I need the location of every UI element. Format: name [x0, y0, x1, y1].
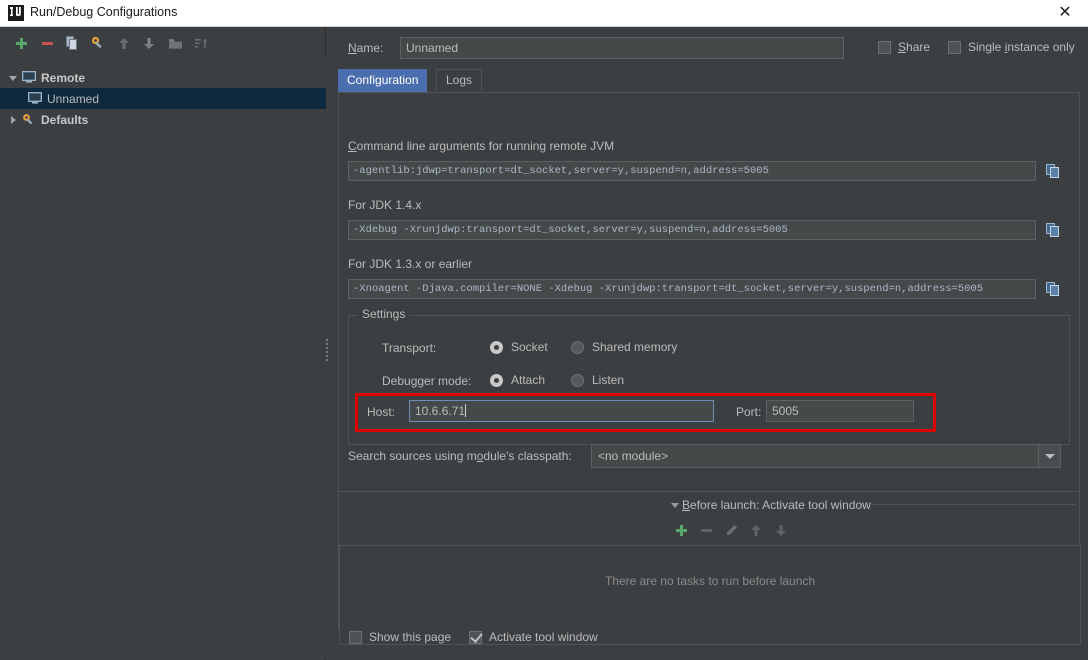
transport-socket-radio[interactable] [490, 341, 503, 354]
debugger-mode-listen-label: Listen [592, 373, 625, 387]
minus-icon [695, 519, 717, 541]
chevron-down-icon[interactable] [1038, 444, 1061, 468]
jdk13-heading: For JDK 1.3.x or earlier [348, 257, 473, 271]
plus-icon[interactable] [11, 33, 31, 53]
tab-logs[interactable]: Logs [436, 69, 483, 91]
copy-icon[interactable] [62, 33, 82, 53]
arrow-down-icon [770, 519, 792, 541]
configurations-toolbar [0, 27, 326, 57]
before-launch-caption: Before launch: Activate tool window [682, 498, 871, 512]
pencil-icon [720, 519, 742, 541]
show-this-page-checkbox[interactable] [349, 631, 362, 644]
arrow-down-icon[interactable] [139, 33, 159, 53]
tree-item-label: Remote [41, 70, 86, 85]
configuration-editor-panel: Name: Unnamed Share Single instance only… [330, 27, 1088, 660]
wrench-icon [20, 112, 38, 128]
activate-tool-window-label: Activate tool window [489, 630, 598, 644]
transport-shared-memory-label: Shared memory [592, 340, 678, 354]
annotation-highlight-box [355, 393, 936, 432]
debugger-mode-listen-radio[interactable] [571, 374, 584, 387]
remote-config-icon [20, 70, 38, 86]
arrow-up-icon [745, 519, 767, 541]
close-icon[interactable]: ✕ [1042, 0, 1088, 26]
sort-icon[interactable] [191, 33, 211, 53]
classpath-label: Search sources using module's classpath: [348, 449, 572, 463]
section-divider [339, 491, 1079, 492]
remote-config-icon [26, 91, 44, 107]
empty-task-message: There are no tasks to run before launch [604, 574, 816, 588]
name-input[interactable]: Unnamed [400, 37, 844, 59]
copy-to-clipboard-icon[interactable] [1042, 278, 1064, 300]
transport-label: Transport: [382, 341, 437, 355]
cmdline-heading: CCommand line arguments for running remo… [348, 139, 615, 153]
tab-configuration[interactable]: Configuration [338, 69, 428, 92]
tree-item-label: Defaults [41, 112, 89, 127]
plus-icon[interactable] [670, 519, 692, 541]
chevron-right-icon[interactable] [6, 109, 20, 130]
jdk13-field[interactable]: -Xnoagent -Djava.compiler=NONE -Xdebug -… [348, 279, 1036, 299]
dialog-body: Remote Unnamed Defaults Name: Unnamed Sh… [0, 27, 1088, 660]
chevron-down-icon[interactable] [671, 503, 679, 508]
settings-caption: Settings [358, 307, 410, 321]
jdk14-field[interactable]: -Xdebug -Xrunjdwp:transport=dt_socket,se… [348, 220, 1036, 240]
before-launch-toolbar [670, 519, 870, 541]
transport-shared-memory-radio[interactable] [571, 341, 584, 354]
folder-icon[interactable] [165, 33, 185, 53]
single-instance-only-label: Single instance only [968, 40, 1075, 54]
classpath-combobox[interactable]: <no module> [591, 444, 1061, 468]
before-launch-options-row: Show this page Activate tool window [339, 628, 839, 648]
tree-item-unnamed[interactable]: Unnamed [0, 88, 326, 109]
debugger-mode-label: Debugger mode: [382, 374, 472, 388]
splitter-grip-icon[interactable] [325, 337, 329, 365]
minus-icon[interactable] [37, 33, 57, 53]
tree-item-remote[interactable]: Remote [6, 67, 321, 88]
cmdline-field[interactable]: -agentlib:jdwp=transport=dt_socket,serve… [348, 161, 1036, 181]
intellij-idea-icon [8, 5, 24, 21]
copy-to-clipboard-icon[interactable] [1042, 160, 1064, 182]
share-checkbox[interactable] [878, 41, 891, 54]
activate-tool-window-checkbox[interactable] [469, 631, 482, 644]
transport-socket-label: Socket [511, 340, 548, 354]
debugger-mode-attach-radio[interactable] [490, 374, 503, 387]
name-label: Name: [348, 41, 384, 55]
jdk14-heading: For JDK 1.4.x [348, 198, 422, 212]
tree-item-defaults[interactable]: Defaults [6, 109, 321, 130]
copy-to-clipboard-icon[interactable] [1042, 219, 1064, 241]
editor-tabs: Configuration Logs [338, 69, 1088, 92]
debugger-mode-attach-label: Attach [511, 373, 546, 387]
classpath-value[interactable]: <no module> [591, 444, 1039, 468]
configurations-panel: Remote Unnamed Defaults [0, 27, 326, 660]
name-row: Name: Unnamed Share Single instance only [338, 37, 1088, 61]
tree-item-label: Unnamed [47, 91, 100, 106]
window-title: Run/Debug Configurations [30, 5, 178, 19]
window-title-bar: Run/Debug Configurations ✕ [0, 0, 1088, 27]
show-this-page-label: Show this page [369, 630, 452, 644]
arrow-up-icon[interactable] [114, 33, 134, 53]
single-instance-only-checkbox[interactable] [948, 41, 961, 54]
chevron-down-icon[interactable] [6, 67, 20, 88]
configurations-tree[interactable]: Remote Unnamed Defaults [0, 58, 326, 659]
wrench-icon[interactable] [88, 33, 108, 53]
share-label: Share [898, 40, 931, 54]
